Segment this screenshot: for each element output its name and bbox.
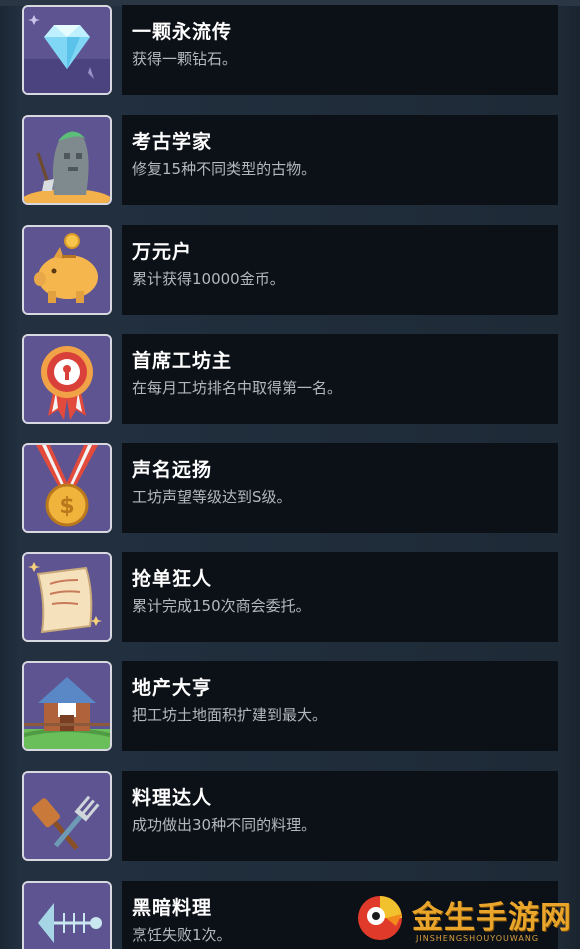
achievement-title: 万元户 <box>132 241 193 263</box>
achievement-row[interactable]: 万元户 累计获得10000金币。 <box>22 225 558 315</box>
stone-statue-icon <box>22 115 112 205</box>
achievement-desc: 把工坊土地面积扩建到最大。 <box>132 706 328 724</box>
fish-bone-icon <box>22 881 112 949</box>
achievement-row[interactable]: 考古学家 修复15种不同类型的古物。 <box>22 115 558 205</box>
house-icon <box>22 661 112 751</box>
achievement-desc: 获得一颗钻石。 <box>132 50 238 68</box>
achievement-text: 声名远扬 工坊声望等级达到S级。 <box>122 443 558 533</box>
watermark-name: 金生手游网 <box>412 900 572 936</box>
achievement-text: 一颗永流传 获得一颗钻石。 <box>122 5 558 95</box>
achievement-desc: 在每月工坊排名中取得第一名。 <box>132 379 343 397</box>
achievement-row[interactable]: 料理达人 成功做出30种不同的料理。 <box>22 771 558 861</box>
achievement-desc: 工坊声望等级达到S级。 <box>132 488 292 506</box>
spatula-fork-icon <box>22 771 112 861</box>
achievement-text: 考古学家 修复15种不同类型的古物。 <box>122 115 558 205</box>
watermark-logo-icon <box>358 896 402 940</box>
achievement-desc: 烹饪失败1次。 <box>132 926 232 944</box>
diamond-icon <box>22 5 112 95</box>
achievement-title: 考古学家 <box>132 131 213 153</box>
watermark-domain: JINSHENGSHOUYOUWANG <box>416 934 540 943</box>
piggy-bank-icon <box>22 225 112 315</box>
achievement-row[interactable]: 地产大亨 把工坊土地面积扩建到最大。 <box>22 661 558 751</box>
achievement-row[interactable]: 抢单狂人 累计完成150次商会委托。 <box>22 552 558 642</box>
achievement-title: 一颗永流传 <box>132 21 233 43</box>
medal-icon: $ <box>22 443 112 533</box>
achievement-text: 万元户 累计获得10000金币。 <box>122 225 558 315</box>
achievement-text: 地产大亨 把工坊土地面积扩建到最大。 <box>122 661 558 751</box>
scroll-icon <box>22 552 112 642</box>
achievement-page: 一颗永流传 获得一颗钻石。 考古学家 修复15种不同类型的古物。 万元户 累计获… <box>0 0 580 949</box>
achievement-row[interactable]: $ 声名远扬 工坊声望等级达到S级。 <box>22 443 558 533</box>
watermark: 金生手游网 JINSHENGSHOUYOUWANG <box>352 890 580 949</box>
achievement-title: 地产大亨 <box>132 677 213 699</box>
achievement-text: 首席工坊主 在每月工坊排名中取得第一名。 <box>122 334 558 424</box>
achievement-title: 首席工坊主 <box>132 350 233 372</box>
achievement-row[interactable]: 首席工坊主 在每月工坊排名中取得第一名。 <box>22 334 558 424</box>
achievement-text: 抢单狂人 累计完成150次商会委托。 <box>122 552 558 642</box>
achievement-title: 黑暗料理 <box>132 897 213 919</box>
achievement-desc: 成功做出30种不同的料理。 <box>132 816 317 834</box>
achievement-title: 抢单狂人 <box>132 568 213 590</box>
achievement-text: 料理达人 成功做出30种不同的料理。 <box>122 771 558 861</box>
achievement-title: 声名远扬 <box>132 459 213 481</box>
achievement-desc: 修复15种不同类型的古物。 <box>132 160 317 178</box>
svg-text:$: $ <box>59 494 74 519</box>
achievement-desc: 累计完成150次商会委托。 <box>132 597 311 615</box>
rosette-badge-icon <box>22 334 112 424</box>
achievement-row[interactable]: 一颗永流传 获得一颗钻石。 <box>22 5 558 95</box>
achievement-title: 料理达人 <box>132 787 213 809</box>
achievement-desc: 累计获得10000金币。 <box>132 270 285 288</box>
